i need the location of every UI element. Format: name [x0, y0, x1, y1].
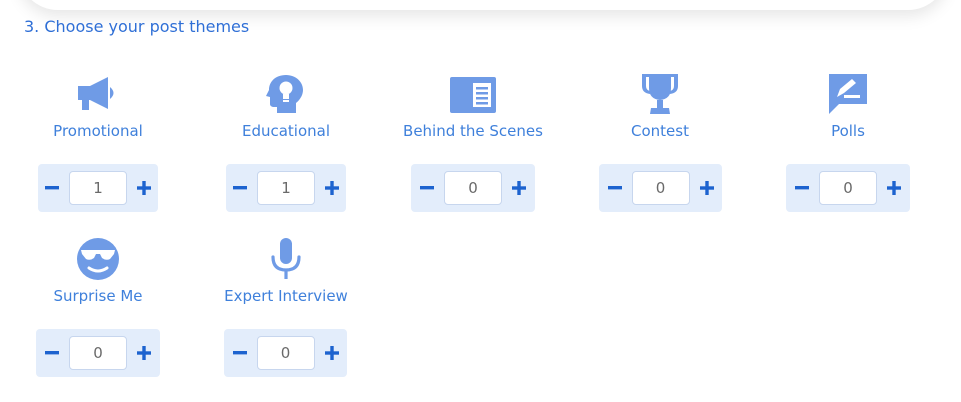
plus-icon [887, 181, 901, 195]
decrement-button[interactable] [229, 177, 251, 199]
plus-icon [699, 181, 714, 195]
minus-icon [45, 186, 59, 190]
quantity-stepper-polls [786, 164, 910, 212]
theme-label: Polls [831, 122, 865, 140]
minus-icon [232, 351, 247, 355]
quantity-input[interactable] [69, 336, 127, 370]
decrement-button[interactable] [604, 177, 626, 199]
top-card-shadow [18, 0, 948, 10]
theme-behind-the-scenes: Behind the Scenes [379, 72, 567, 140]
theme-label: Expert Interview [224, 287, 348, 305]
theme-label: Behind the Scenes [403, 122, 543, 140]
decrement-button[interactable] [791, 177, 813, 199]
decrement-button[interactable] [41, 342, 63, 364]
decrement-button[interactable] [41, 177, 63, 199]
quantity-stepper-educational [226, 164, 346, 212]
quantity-stepper-surprise-me [36, 329, 160, 377]
quantity-input[interactable] [444, 171, 502, 205]
increment-button[interactable] [883, 177, 905, 199]
quantity-stepper-expert-interview [224, 329, 347, 377]
theme-contest: Contest [566, 72, 754, 140]
poll-comment-icon [829, 74, 867, 114]
theme-label: Educational [241, 122, 331, 140]
plus-icon [137, 346, 151, 360]
decrement-button[interactable] [229, 342, 251, 364]
minus-icon [795, 186, 809, 190]
plus-icon [324, 346, 339, 360]
plus-icon [512, 181, 526, 195]
increment-button[interactable] [133, 342, 155, 364]
minus-icon [45, 351, 59, 355]
megaphone-icon [78, 77, 114, 110]
quantity-input[interactable] [819, 171, 877, 205]
theme-promotional: Promotional [4, 72, 192, 140]
trophy-icon [642, 74, 678, 114]
microphone-icon [271, 238, 301, 279]
increment-button[interactable] [508, 177, 530, 199]
increment-button[interactable] [321, 177, 343, 199]
section-title: 3. Choose your post themes [24, 17, 250, 36]
increment-button[interactable] [321, 342, 343, 364]
quantity-stepper-behind-the-scenes [411, 164, 535, 212]
theme-label: Contest [631, 122, 689, 140]
theme-label: Surprise Me [53, 287, 143, 305]
theme-label: Promotional [53, 122, 143, 140]
quantity-input[interactable] [631, 171, 690, 205]
minus-icon [607, 186, 622, 190]
sunglasses-face-icon [77, 238, 119, 280]
theme-educational: Educational [192, 72, 380, 140]
quantity-input[interactable] [256, 336, 315, 370]
theme-expert-interview: Expert Interview [192, 237, 380, 305]
quantity-input[interactable] [257, 171, 315, 205]
theme-surprise-me: Surprise Me [4, 237, 192, 305]
plus-icon [325, 181, 339, 195]
quantity-stepper-promotional [38, 164, 158, 212]
increment-button[interactable] [133, 177, 155, 199]
theme-polls: Polls [754, 72, 942, 140]
plus-icon [137, 181, 151, 195]
minus-icon [420, 186, 434, 190]
quantity-stepper-contest [599, 164, 722, 212]
quantity-input[interactable] [69, 171, 127, 205]
head-lightbulb-icon [266, 75, 303, 113]
decrement-button[interactable] [416, 177, 438, 199]
minus-icon [233, 186, 247, 190]
article-icon [450, 77, 496, 113]
increment-button[interactable] [696, 177, 718, 199]
